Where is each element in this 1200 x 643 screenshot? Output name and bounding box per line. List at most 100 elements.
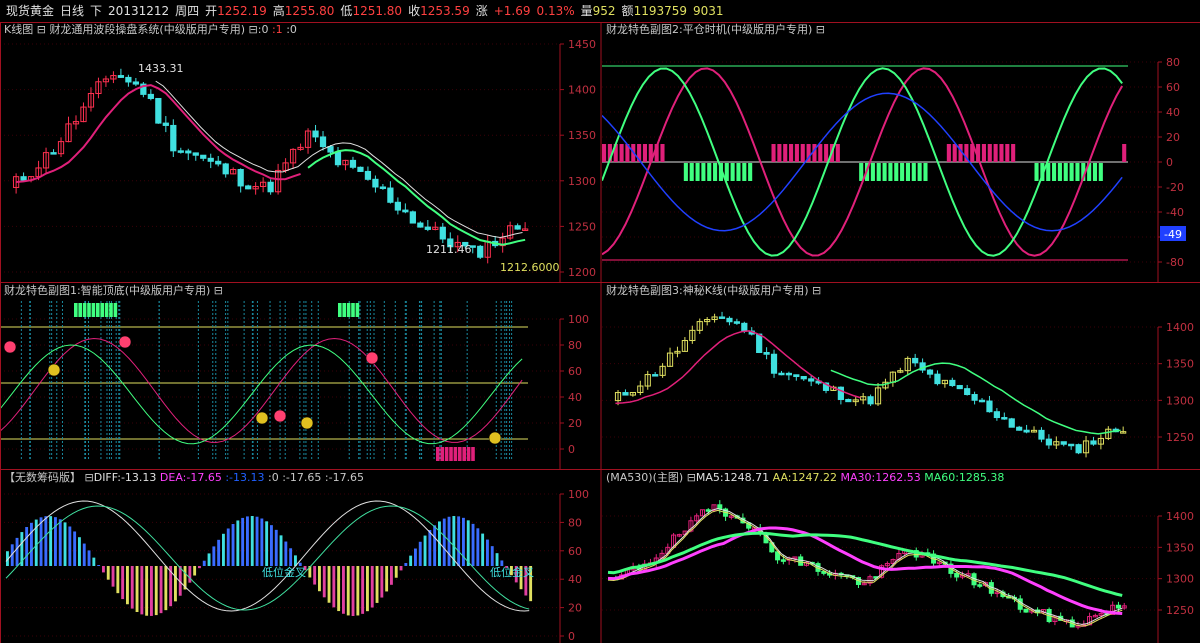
bottom-bar — [436, 447, 440, 461]
hist-bar-up — [82, 543, 86, 566]
sub-menu-icon[interactable]: ⊟ — [687, 471, 696, 484]
exit-timing-chart[interactable]: 806040200-20-40-60-80 -49 — [602, 22, 1200, 282]
aa-value: AA:1247.22 — [772, 471, 837, 484]
ma-title[interactable]: (MA530)(主图) — [606, 471, 683, 484]
candle-body — [349, 159, 357, 168]
candle-body — [912, 357, 919, 364]
chip-macd-chart[interactable]: 100 80 60 40 20 0 低位金叉 低位金叉 — [0, 470, 600, 643]
y-tick-label: 0 — [568, 630, 575, 643]
bottom-bar — [440, 447, 444, 461]
hist-bar-down — [313, 566, 317, 585]
candle-body — [763, 352, 770, 355]
y-tick-label: 0 — [1166, 156, 1173, 169]
low-value: 1251.80 — [352, 4, 403, 18]
period-label[interactable]: 日线 — [60, 4, 84, 18]
candle-body — [439, 226, 446, 240]
signal-bar-up — [1122, 144, 1127, 162]
kline-title-bar: K线图 ⊟ 财龙通用波段操盘系统(中级版用户专用) ⊟:0 :1 :0 — [4, 23, 297, 37]
mystery-kline-chart[interactable]: 1400 1350 1300 1250 — [602, 283, 1200, 469]
y-tick-label: 80 — [568, 516, 582, 529]
signal-bar-up — [999, 144, 1004, 162]
candle-body — [718, 316, 726, 319]
hist-bar-down — [394, 566, 398, 578]
hist-bar-down — [140, 566, 144, 615]
sub-menu-icon[interactable]: ⊟ — [214, 284, 223, 297]
y-tick-label: 100 — [568, 313, 589, 326]
y-tick-label: 1350 — [1166, 541, 1194, 554]
hist-bar-up — [217, 539, 221, 566]
signal-marker — [3, 340, 17, 354]
ma5-value: MA5:1248.71 — [695, 471, 770, 484]
hist-bar-up — [260, 518, 264, 566]
y-tick-label: -40 — [1166, 206, 1184, 219]
hist-bar-up — [97, 565, 101, 566]
sub1-title[interactable]: 财龙特色副图1:智能顶底(中级版用户专用) — [4, 284, 210, 297]
ma-panel[interactable]: 1400 1350 1300 1250 (MA530)(主图) ⊟MA5:1248.7… — [602, 470, 1200, 643]
hist-bar-up — [222, 533, 225, 566]
hist-bar-up — [409, 555, 413, 566]
candle-body — [652, 374, 659, 377]
y-tick-label: 1300 — [1166, 573, 1194, 586]
kline-panel[interactable]: 1450 1400 1350 1300 1250 1200 1433.31 1211.46… — [0, 22, 600, 282]
candle-body — [125, 76, 132, 83]
signal-marker — [118, 335, 132, 349]
sub-menu-icon[interactable]: ⊟ — [37, 23, 46, 36]
y-tick-label: 1200 — [568, 266, 596, 279]
hist-bar-up — [207, 553, 211, 566]
exit-timing-panel[interactable]: 806040200-20-40-60-80 -49 财龙特色副图2:平仓时机(中… — [602, 22, 1200, 282]
chip-title[interactable]: 【无数筹码版】 — [4, 471, 81, 484]
sub-menu-icon[interactable]: ⊟ — [249, 23, 258, 36]
chip-macd-panel[interactable]: 100 80 60 40 20 0 低位金叉 低位金叉 【无数筹码版】 ⊟DIFF:-13… — [0, 470, 600, 643]
signal-bar-up — [1005, 144, 1010, 162]
hist-bar-down — [193, 566, 197, 576]
signal-bar-down — [923, 163, 928, 181]
top-bar — [74, 303, 78, 317]
candle-body — [993, 411, 1000, 419]
hist-bar-up — [44, 516, 48, 566]
candle-body — [845, 398, 852, 403]
sub-menu-icon[interactable]: ⊟ — [812, 284, 821, 297]
kline-title: K线图 — [4, 23, 34, 36]
signal-bar-down — [713, 163, 718, 181]
y-tick-label: 1300 — [568, 175, 596, 188]
sub3-title[interactable]: 财龙特色副图3:神秘K线(中级版用户专用) — [606, 284, 809, 297]
candle-body — [793, 374, 800, 378]
top-bottom-chart[interactable]: 100 80 60 40 20 0 — [0, 283, 600, 469]
sub-menu-icon[interactable]: ⊟ — [816, 23, 825, 36]
hist-bar-up — [78, 537, 81, 566]
kline-chart[interactable]: 1450 1400 1350 1300 1250 1200 1433.31 1211.46… — [0, 22, 600, 282]
signal-bar-up — [946, 144, 951, 162]
kline-indicator-name[interactable]: 财龙通用波段操盘系统(中级版用户专用) — [49, 23, 245, 36]
signal-bar-down — [1075, 163, 1080, 181]
signal-bar-down — [905, 163, 911, 181]
candle-body — [770, 353, 778, 374]
signal-bar-up — [952, 144, 957, 162]
candle-body — [837, 386, 844, 400]
candle-body — [622, 392, 629, 396]
y-tick-label: 1300 — [1166, 394, 1194, 407]
mystery-kline-panel[interactable]: 1400 1350 1300 1250 财龙特色副图3:神秘K线(中级版用户专用) ⊟ — [602, 283, 1200, 469]
signal-bar-up — [619, 144, 624, 162]
candle-body — [1090, 440, 1097, 445]
instrument-name[interactable]: 现货黄金 — [6, 4, 54, 18]
ma-chart[interactable]: 1400 1350 1300 1250 — [602, 470, 1200, 643]
signal-bar-down — [1057, 163, 1062, 181]
sub-menu-icon[interactable]: ⊟ — [85, 471, 94, 484]
hist-bar-down — [375, 566, 379, 603]
sub2-title[interactable]: 财龙特色副图2:平仓时机(中级版用户专用) — [606, 23, 812, 36]
hist-bar-up — [246, 516, 249, 566]
candle-body — [956, 385, 963, 390]
top-bottom-panel[interactable]: 100 80 60 40 20 0 财龙特色副图1:智能顶底(中级版用户专用) ⊟ — [0, 283, 600, 469]
signal-bar-up — [835, 144, 840, 162]
hist-bar-down — [342, 566, 345, 614]
candle-body — [1068, 443, 1075, 447]
hist-bar-down — [145, 566, 149, 616]
signal-bar-down — [736, 163, 741, 181]
bottom-bar — [466, 447, 471, 461]
hist-bar-down — [327, 566, 331, 603]
hist-bar-down — [111, 566, 115, 587]
ma30-value: MA30:1262.53 — [840, 471, 921, 484]
change-pct: 0.13% — [536, 4, 575, 18]
hist-bar-down — [159, 566, 163, 614]
signal-bar-down — [695, 163, 700, 181]
